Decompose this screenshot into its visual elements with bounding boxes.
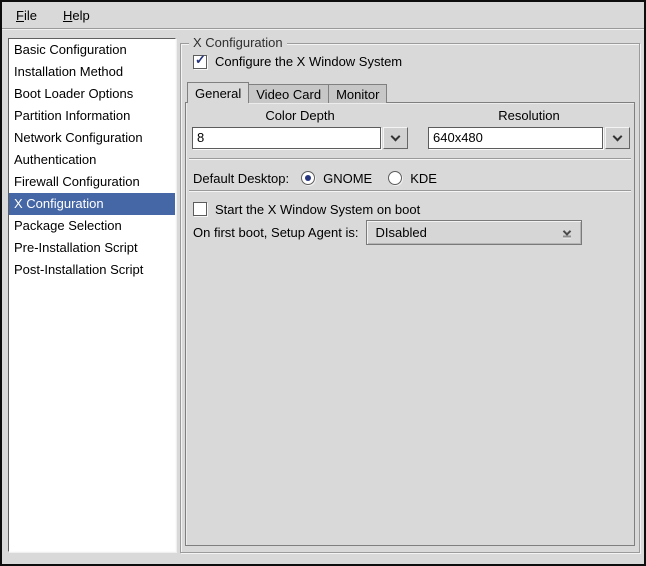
start-x-on-boot-row: Start the X Window System on boot	[193, 198, 420, 220]
color-depth-label: Color Depth	[192, 108, 408, 123]
tab-video-card[interactable]: Video Card	[248, 84, 329, 103]
chevron-down-icon	[391, 131, 401, 141]
gnome-radio-label: GNOME	[323, 171, 372, 186]
menu-help[interactable]: Help	[57, 5, 96, 26]
menu-bar: File Help	[2, 2, 644, 29]
start-x-on-boot-checkbox[interactable]	[193, 202, 207, 216]
resolution-combo: 640x480	[428, 127, 630, 149]
general-tab-page: Color Depth Resolution 8 640x480 Default…	[185, 102, 635, 546]
sidebar-item-x-configuration[interactable]: X Configuration	[9, 193, 175, 215]
color-depth-combo: 8	[192, 127, 408, 149]
setup-agent-row: On first boot, Setup Agent is: DIsabled	[193, 219, 582, 246]
tab-bar: General Video Card Monitor	[187, 82, 386, 103]
tab-monitor[interactable]: Monitor	[328, 84, 387, 103]
default-desktop-label: Default Desktop:	[193, 171, 289, 186]
kickstart-configurator-window: File Help Basic Configuration Installati…	[0, 0, 646, 566]
sidebar-item-post-installation-script[interactable]: Post-Installation Script	[9, 259, 175, 281]
color-depth-dropdown-button[interactable]	[383, 127, 408, 149]
resolution-label: Resolution	[428, 108, 630, 123]
resolution-dropdown-button[interactable]	[605, 127, 630, 149]
option-menu-indicator-icon	[563, 228, 571, 237]
configure-x-checkbox[interactable]: ✓	[193, 55, 207, 69]
sidebar-item-firewall-configuration[interactable]: Firewall Configuration	[9, 171, 175, 193]
default-desktop-row: Default Desktop: GNOME KDE	[193, 166, 437, 190]
setup-agent-dropdown[interactable]: DIsabled	[366, 220, 582, 245]
frame-title: X Configuration	[189, 35, 287, 50]
setup-agent-label: On first boot, Setup Agent is:	[193, 225, 358, 240]
sidebar-item-network-configuration[interactable]: Network Configuration	[9, 127, 175, 149]
setup-agent-value: DIsabled	[375, 225, 426, 240]
start-x-on-boot-label: Start the X Window System on boot	[215, 202, 420, 217]
sidebar-item-partition-information[interactable]: Partition Information	[9, 105, 175, 127]
tab-general[interactable]: General	[187, 82, 249, 103]
sidebar-item-authentication[interactable]: Authentication	[9, 149, 175, 171]
sidebar-item-installation-method[interactable]: Installation Method	[9, 61, 175, 83]
configure-x-label: Configure the X Window System	[215, 54, 402, 69]
separator	[189, 190, 631, 192]
color-depth-entry[interactable]: 8	[192, 127, 381, 149]
x-configuration-frame: X Configuration ✓ Configure the X Window…	[180, 43, 640, 553]
resolution-entry[interactable]: 640x480	[428, 127, 603, 149]
gnome-radio[interactable]	[301, 171, 315, 185]
sidebar-item-package-selection[interactable]: Package Selection	[9, 215, 175, 237]
checkmark-icon: ✓	[195, 53, 206, 67]
configure-x-row: ✓ Configure the X Window System	[193, 54, 402, 69]
sidebar-item-boot-loader-options[interactable]: Boot Loader Options	[9, 83, 175, 105]
chevron-down-icon	[613, 131, 623, 141]
menu-file[interactable]: File	[10, 5, 43, 26]
separator	[189, 158, 631, 160]
category-list: Basic Configuration Installation Method …	[8, 38, 176, 552]
kde-radio-label: KDE	[410, 171, 437, 186]
sidebar-item-pre-installation-script[interactable]: Pre-Installation Script	[9, 237, 175, 259]
kde-radio[interactable]	[388, 171, 402, 185]
sidebar-item-basic-configuration[interactable]: Basic Configuration	[9, 39, 175, 61]
